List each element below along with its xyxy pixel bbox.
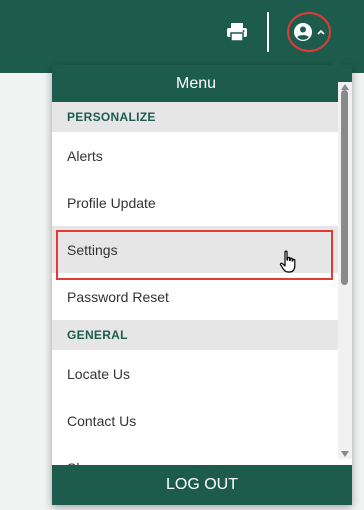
- user-dropdown-menu: Menu PERSONALIZE Alerts Profile Update S…: [52, 65, 352, 505]
- menu-item-password-reset[interactable]: Password Reset: [52, 273, 338, 320]
- dropdown-caret: [329, 59, 345, 67]
- account-circle-icon: [293, 23, 312, 41]
- menu-item-profile-update[interactable]: Profile Update: [52, 179, 338, 226]
- top-bar: [0, 0, 364, 73]
- chevron-up-icon: [316, 29, 325, 35]
- menu-title: Menu: [52, 65, 352, 102]
- menu-list: PERSONALIZE Alerts Profile Update Settin…: [52, 102, 338, 465]
- section-heading-personalize: PERSONALIZE: [52, 102, 338, 132]
- menu-item-share[interactable]: Share: [52, 444, 338, 466]
- section-heading-general: GENERAL: [52, 320, 338, 350]
- scroll-down-icon[interactable]: [341, 451, 349, 457]
- menu-item-contact-us[interactable]: Contact Us: [52, 397, 338, 444]
- menu-scrollbar[interactable]: [338, 82, 352, 459]
- print-button[interactable]: [224, 19, 250, 45]
- menu-item-alerts[interactable]: Alerts: [52, 132, 338, 179]
- printer-icon: [227, 23, 247, 42]
- logout-button[interactable]: LOG OUT: [52, 465, 352, 505]
- user-menu-button[interactable]: [287, 12, 331, 52]
- hand-cursor-icon: [279, 250, 296, 273]
- topbar-divider: [267, 12, 269, 52]
- scroll-thumb[interactable]: [341, 90, 348, 285]
- menu-item-locate-us[interactable]: Locate Us: [52, 350, 338, 397]
